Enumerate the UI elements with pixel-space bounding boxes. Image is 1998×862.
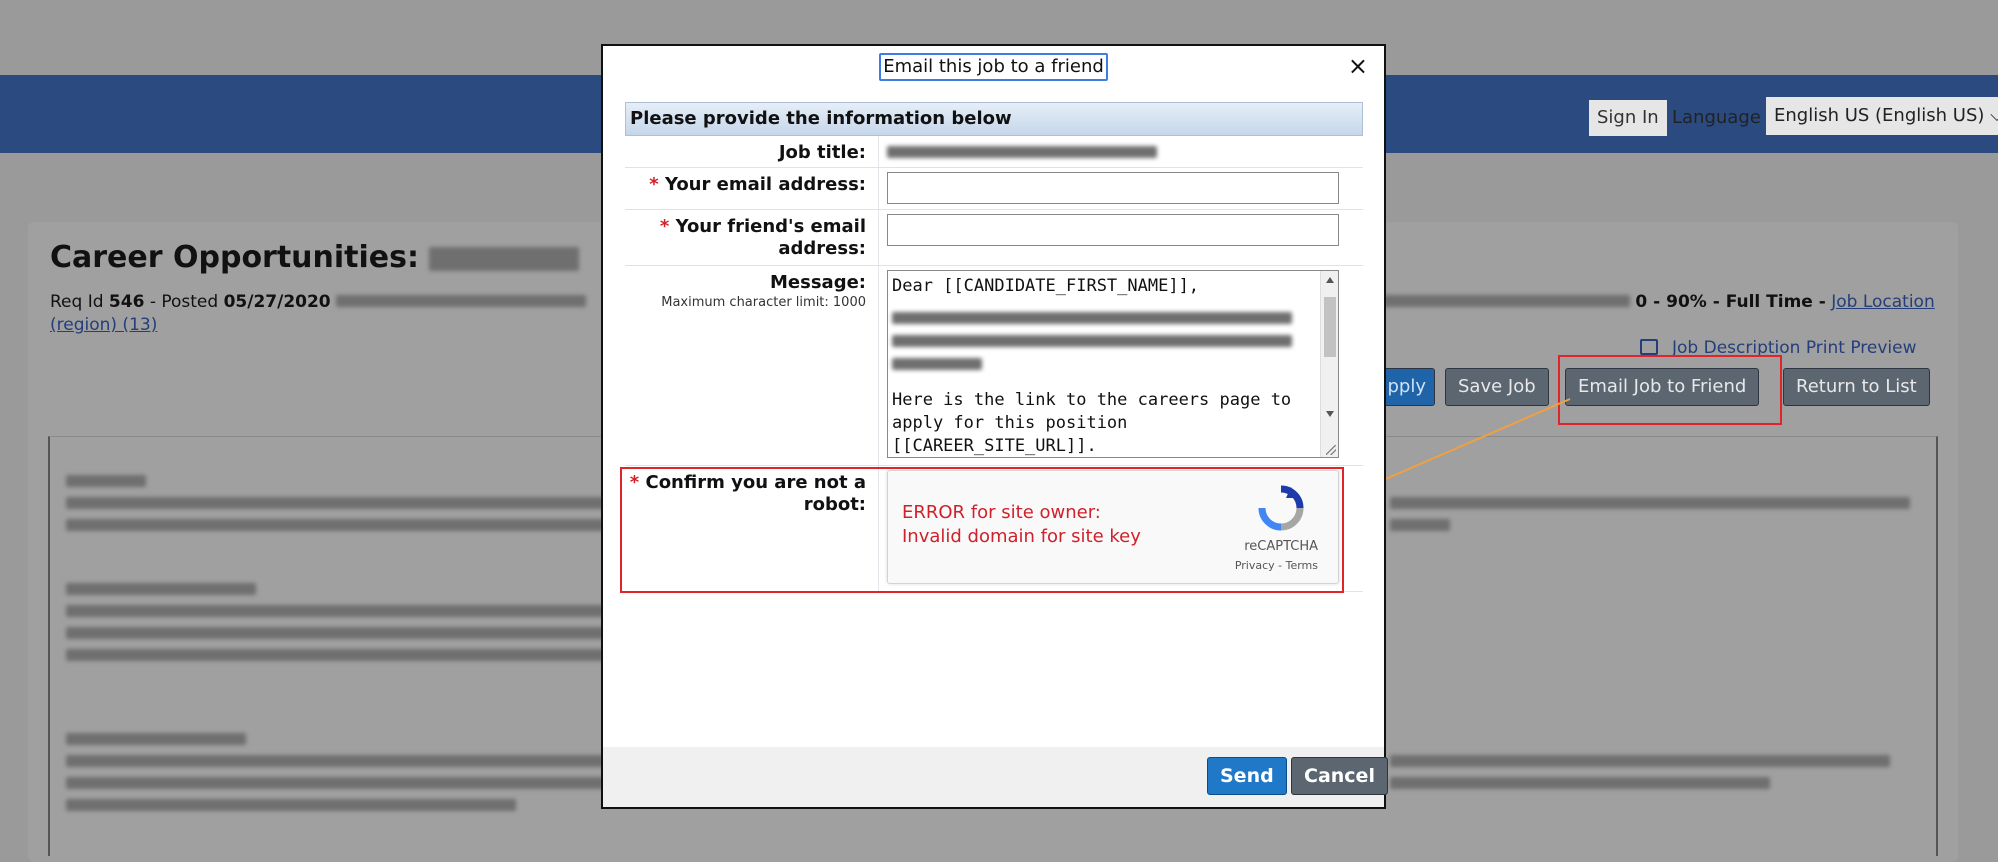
redacted-job-title-value: [887, 146, 1157, 158]
dialog-title: Email this job to a friend: [879, 53, 1108, 81]
job-meta-right: 0 - 90% - Full Time - Job Location: [1375, 292, 1935, 312]
job-title-label: Job title:: [625, 136, 879, 167]
cancel-button[interactable]: Cancel: [1291, 757, 1388, 795]
your-email-row: * Your email address:: [625, 168, 1363, 210]
region-link[interactable]: (region) (13): [50, 315, 157, 335]
scroll-up-icon[interactable]: [1326, 277, 1334, 283]
job-title-row: Job title:: [625, 136, 1363, 168]
job-location-link[interactable]: Job Location: [1831, 292, 1935, 312]
redacted-job-title: [429, 246, 580, 271]
message-row: Message: Maximum character limit: 1000 D…: [625, 266, 1363, 466]
redacted-category: [1375, 295, 1630, 307]
scroll-down-icon[interactable]: [1326, 411, 1334, 417]
friend-email-row: * Your friend's email address:: [625, 210, 1363, 266]
chevron-down-icon: ⌵: [1990, 105, 1998, 126]
email-job-dialog: Email this job to a friend × Please prov…: [601, 44, 1388, 809]
scroll-thumb[interactable]: [1324, 297, 1336, 357]
friend-email-input[interactable]: [887, 214, 1339, 246]
message-limit-hint: Maximum character limit: 1000: [661, 295, 866, 310]
page-title: Career Opportunities:: [50, 240, 580, 275]
return-to-list-button[interactable]: Return to List: [1783, 368, 1930, 406]
dialog-footer: Send Cancel: [603, 747, 1388, 807]
resize-grip-icon[interactable]: [1326, 445, 1336, 455]
captcha-highlight: [620, 467, 1344, 593]
form-section-header: Please provide the information below: [625, 102, 1363, 136]
language-label: Language: [1672, 107, 1761, 128]
message-scrollbar[interactable]: [1320, 271, 1338, 457]
language-value: English US (English US): [1774, 105, 1985, 126]
message-textarea[interactable]: Dear [[CANDIDATE_FIRST_NAME]], Here is t…: [887, 270, 1339, 458]
sign-in-button[interactable]: Sign In: [1589, 100, 1667, 136]
job-meta: Req Id 546 - Posted 05/27/2020: [50, 292, 587, 312]
language-select[interactable]: English US (English US) ⌵: [1766, 97, 1998, 135]
send-button[interactable]: Send: [1207, 757, 1287, 795]
your-email-input[interactable]: [887, 172, 1339, 204]
message-label: Message: Maximum character limit: 1000: [625, 266, 879, 465]
friend-email-label: * Your friend's email address:: [625, 210, 879, 265]
job-title-value: [879, 136, 1363, 167]
email-button-highlight: [1558, 355, 1782, 425]
close-icon[interactable]: ×: [1348, 52, 1368, 80]
redacted-meta: [336, 295, 587, 307]
dialog-header: Email this job to a friend ×: [603, 46, 1384, 86]
your-email-label: * Your email address:: [625, 168, 879, 209]
employment-info: 0 - 90% - Full Time -: [1635, 292, 1826, 312]
printer-icon: [1640, 339, 1658, 355]
